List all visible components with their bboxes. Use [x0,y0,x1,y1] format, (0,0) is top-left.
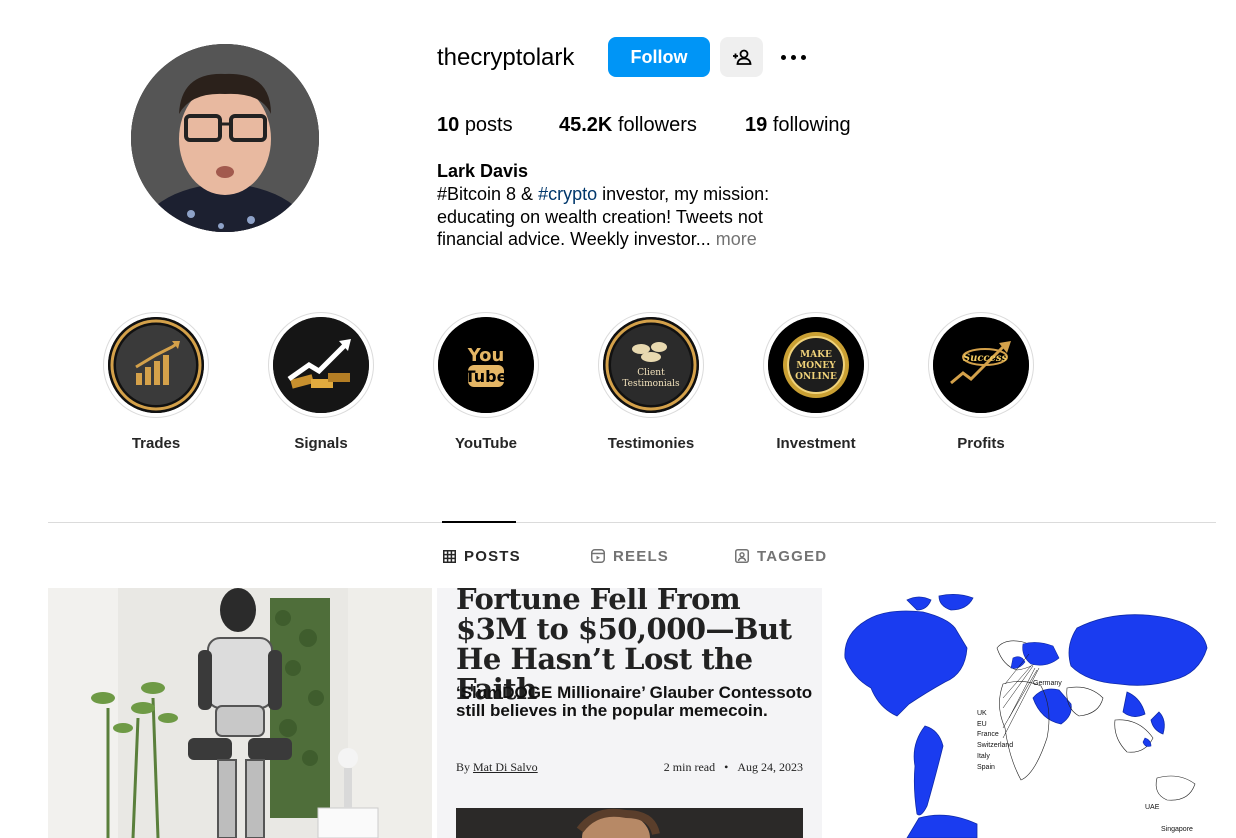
youtube-badge-bottom: Tube [465,367,508,386]
add-person-icon [732,49,751,65]
following-link[interactable]: 19 following [745,112,851,138]
tab-posts[interactable]: POSTS [443,546,521,566]
article-meta: 2 min read • Aug 24, 2023 [663,760,803,774]
active-tab-indicator [442,521,516,523]
map-label: France [977,731,999,738]
coin-badge-mid: MONEY [796,361,836,371]
tagged-icon [735,549,749,563]
post-thumbnail-article[interactable]: Fortune Fell From $3M to $50,000—But He … [437,588,822,838]
map-label: Singapore [1161,826,1193,833]
profile-full-name: Lark Davis [437,161,529,181]
map-label: Italy [977,753,990,760]
grid-icon [443,549,456,563]
reels-icon [591,549,605,563]
article-subtitle: ‘SlumDOGE Millionaire’ Glauber Contessot… [456,683,813,720]
map-label: EU [977,721,987,728]
youtube-logo-icon: You Tube [438,317,534,413]
coin-badge-bottom: ONLINE [795,372,837,382]
bio-text: 8 & [501,184,539,204]
tab-label: POSTS [464,547,521,565]
profile-bio: #Bitcoin 8 & #crypto investor, my missio… [437,183,777,251]
highlight-trades[interactable]: Trades [96,312,216,453]
map-label: Spain [977,764,995,771]
highlight-youtube[interactable]: You Tube YouTube [426,312,546,453]
more-dots-icon [778,54,808,60]
map-label: Germany [1033,680,1062,687]
highlight-label: Testimonies [607,435,695,452]
follow-button[interactable]: Follow [608,37,710,77]
map-label: UK [977,710,987,717]
robot-photo [48,588,432,838]
highlight-profits[interactable]: Success Profits [921,312,1041,453]
highlight-label: Profits [957,435,1005,452]
youtube-badge-top: You [467,345,505,366]
hashtag-bitcoin-link[interactable]: #Bitcoin [437,184,501,204]
speech-bubbles-icon: Client Testimonials [603,317,699,413]
rising-arrow-gold-icon [273,317,369,413]
tab-tagged[interactable]: TAGGED [735,546,827,566]
tabs-divider [48,522,1216,523]
success-badge: Success [963,353,1008,364]
bar-chart-icon [108,317,204,413]
highlight-label: YouTube [455,435,517,452]
post-thumbnail-world-map[interactable]: Germany UK EU France Switzerland Italy S… [827,588,1211,838]
highlight-label: Signals [294,435,348,452]
bio-more-link[interactable]: more [711,229,757,249]
testimonials-badge-top: Client [637,368,665,378]
hashtag-crypto-link[interactable]: #crypto [538,184,597,204]
highlight-signals[interactable]: Signals [261,312,381,453]
coin-badge-top: MAKE [800,350,832,360]
article-photo [456,808,803,838]
highlight-label: Trades [131,435,181,452]
success-arrow-icon: Success [933,317,1029,413]
article-byline: By Mat Di Salvo [456,760,538,774]
map-label: UAE [1145,804,1160,811]
map-label: Switzerland [977,742,1014,749]
tab-label: REELS [613,547,670,565]
testimonials-badge-bottom: Testimonials [622,379,680,389]
coin-icon: MAKE MONEY ONLINE [768,317,864,413]
suggested-accounts-button[interactable] [720,37,763,77]
posts-count: 10 posts [437,114,513,136]
profile-avatar[interactable] [131,44,319,232]
profile-username: thecryptolark [437,44,575,71]
avatar-photo [131,44,319,232]
tab-reels[interactable]: REELS [591,546,669,566]
more-options-button[interactable] [775,42,811,72]
highlight-investment[interactable]: MAKE MONEY ONLINE Investment [756,312,876,453]
post-thumbnail-robot[interactable] [48,588,432,838]
tab-label: TAGGED [757,547,828,565]
highlight-testimonies[interactable]: Client Testimonials Testimonies [591,312,711,453]
followers-link[interactable]: 45.2K followers [559,112,697,138]
world-map-image [827,588,1211,838]
highlight-label: Investment [776,435,856,452]
article-author: Mat Di Salvo [473,760,538,774]
